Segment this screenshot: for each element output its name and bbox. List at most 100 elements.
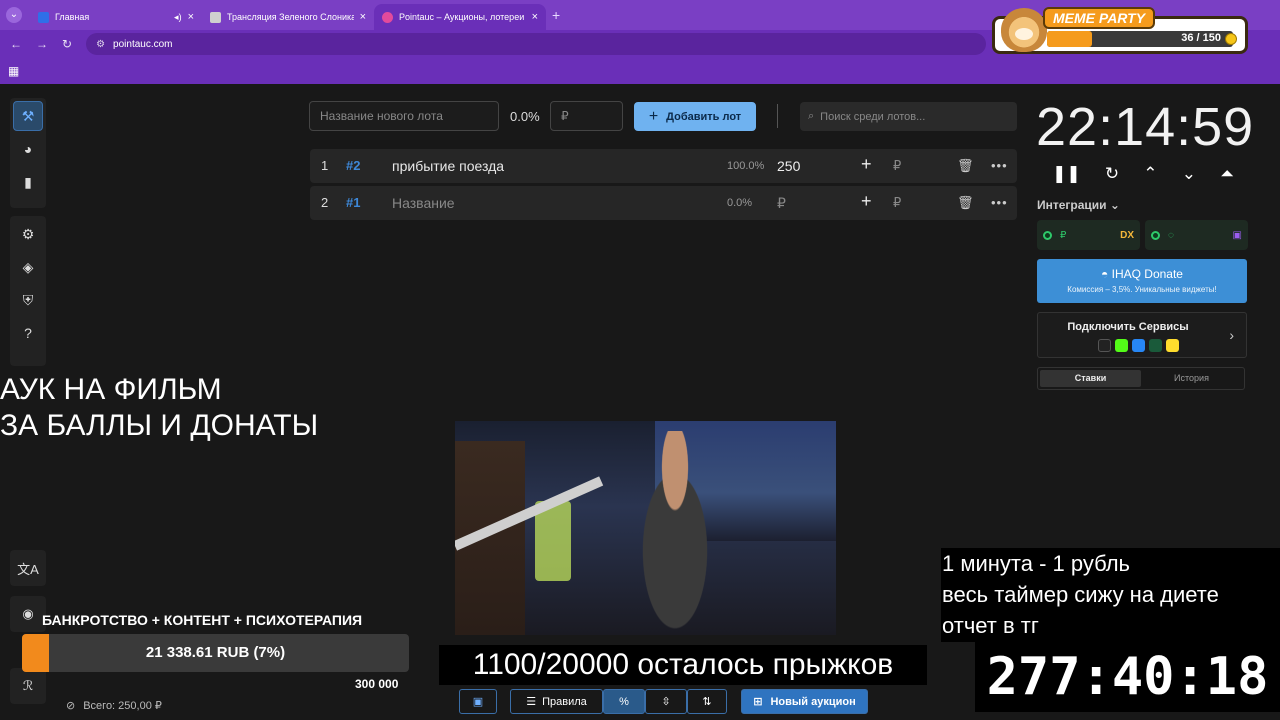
integration-donate-box[interactable]: ₽ DX: [1037, 220, 1140, 250]
total-amount: ⊘ Всего: 250,00 ₽: [66, 700, 162, 712]
trash-icon[interactable]: 🗑: [957, 158, 974, 174]
browser-tab-1[interactable]: Трансляция Зеленого Слоника ×: [202, 4, 374, 30]
lot-row[interactable]: 2 #1 Название 0.0% ₽ + ₽ 🗑 •••: [310, 186, 1017, 220]
tab-history[interactable]: История: [1141, 370, 1242, 387]
layers-icon[interactable]: ◈: [13, 252, 43, 282]
meme-party-title: MEME PARTY: [1043, 7, 1156, 29]
forward-icon[interactable]: →: [36, 37, 48, 51]
more-icon[interactable]: •••: [991, 195, 1008, 210]
integration-stream-box[interactable]: ◌ ▣: [1145, 220, 1248, 250]
split-button[interactable]: ⇳: [645, 689, 687, 714]
chevron-down-icon[interactable]: ⌄: [1182, 164, 1196, 184]
url-text: pointauc.com: [113, 38, 173, 50]
speaker-icon[interactable]: ◂): [174, 12, 182, 23]
lot-row[interactable]: 1 #2 прибытие поезда 100.0% 250 + ₽ 🗑 ••…: [310, 149, 1017, 183]
add-amount-icon[interactable]: +: [861, 154, 872, 175]
kick-icon: [1115, 339, 1128, 352]
connect-services-button[interactable]: Подключить Сервисы ›: [1037, 312, 1247, 358]
lot-name[interactable]: Название: [392, 195, 455, 211]
new-auction-button[interactable]: ⊞ Новый аукцион: [741, 689, 868, 714]
meme-progress-count: 36 / 150: [1181, 32, 1221, 44]
auction-hammer-icon[interactable]: ⚒: [13, 101, 43, 131]
diet-overlay: 1 минута - 1 рубль весь таймер сижу на д…: [941, 548, 1280, 642]
sidebar-top: ⚒ ◕ ▮: [10, 98, 46, 208]
lot-amount[interactable]: 250: [777, 158, 800, 174]
reset-icon[interactable]: ↻: [1105, 164, 1119, 184]
integrations-toggle[interactable]: Интеграции ⌄: [1037, 198, 1120, 212]
tab-bids[interactable]: Ставки: [1040, 370, 1141, 387]
lot-name[interactable]: прибытие поезда: [392, 158, 504, 174]
bids-history-tabs: Ставки История: [1037, 367, 1245, 390]
divider: [777, 104, 778, 128]
new-lot-amount-input[interactable]: ₽: [550, 101, 623, 131]
lot-search-input[interactable]: ⌕ Поиск среди лотов...: [800, 102, 1017, 131]
boosty-icon: [1166, 339, 1179, 352]
chevron-down-icon: ⌄: [1109, 198, 1120, 212]
status-dot-icon: [1151, 230, 1160, 240]
goal-target: 300 000: [355, 677, 399, 691]
site-icon: [210, 11, 221, 23]
lot-amount[interactable]: ₽: [777, 195, 786, 212]
lot-percent: 100.0%: [727, 160, 765, 172]
stats-icon[interactable]: ▮: [13, 167, 43, 197]
settings-icon[interactable]: ⚙: [13, 219, 43, 249]
logo-icon[interactable]: ℛ: [10, 668, 46, 704]
donationx-icon: DX: [1120, 229, 1134, 241]
ruble-icon[interactable]: ₽: [893, 158, 901, 174]
tab-search-icon[interactable]: ⌄: [6, 7, 22, 23]
donate-service-button[interactable]: ◓ IHAQ Donate Комиссия – 3,5%. Уникальны…: [1037, 259, 1247, 303]
lot-percent: 0.0%: [727, 197, 753, 209]
da-icon: [1098, 339, 1111, 352]
twitch-icon: ▣: [1232, 229, 1242, 241]
save-button[interactable]: ▣: [459, 689, 497, 714]
help-icon[interactable]: ?: [13, 318, 43, 348]
site-info-icon[interactable]: ⚙: [96, 39, 105, 50]
double-up-icon[interactable]: ⏶: [1220, 164, 1234, 184]
refresh-icon: ◌: [1168, 229, 1174, 241]
list-icon: ☰: [526, 696, 537, 708]
add-lot-button[interactable]: + Добавить лот: [634, 102, 756, 131]
pause-icon[interactable]: ❚❚: [1052, 164, 1081, 184]
url-field[interactable]: ⚙ pointauc.com: [86, 33, 987, 55]
sidebar-middle: ⚙ ◈ ⛨ ?: [10, 216, 46, 366]
chevron-up-icon[interactable]: ⌃: [1143, 164, 1157, 184]
close-tab-icon[interactable]: ×: [360, 11, 366, 23]
stream-timer: 277:40:18: [975, 642, 1280, 712]
percent-icon: %: [619, 695, 629, 708]
more-icon[interactable]: •••: [991, 158, 1008, 173]
new-lot-name-input[interactable]: Название нового лота: [309, 101, 499, 131]
chevron-right-icon: ›: [1229, 327, 1234, 343]
wheel-icon[interactable]: ◕: [13, 134, 43, 164]
save-icon: ▣: [472, 696, 484, 708]
github-icon[interactable]: ◉: [10, 596, 46, 632]
close-tab-icon[interactable]: ×: [532, 11, 538, 23]
timer-controls: ❚❚ ↻ ⌃ ⌄ ⏶: [1040, 164, 1246, 184]
ruble-icon[interactable]: ₽: [893, 195, 901, 211]
new-lot-percent: 0.0%: [510, 109, 540, 124]
browser-tab-0[interactable]: Главная ◂) ×: [30, 4, 202, 30]
new-tab-icon[interactable]: +: [552, 7, 560, 23]
doge-icon: [1001, 8, 1047, 52]
apps-icon[interactable]: ▦: [8, 64, 19, 78]
translate-icon[interactable]: 文A: [10, 550, 46, 586]
pointauc-icon: [382, 11, 393, 23]
trash-icon[interactable]: 🗑: [957, 195, 974, 211]
meme-party-widget: MEME PARTY 36 / 150: [992, 7, 1248, 54]
sort-button[interactable]: ⇅: [687, 689, 727, 714]
plus-icon: +: [648, 107, 659, 125]
goodgame-icon: [1149, 339, 1162, 352]
eye-off-icon[interactable]: ⊘: [66, 700, 75, 712]
reload-icon[interactable]: ↻: [62, 37, 72, 51]
browser-tab-2[interactable]: Pointauc – Аукционы, лотереи ×: [374, 4, 546, 30]
back-icon[interactable]: ←: [10, 37, 22, 51]
add-amount-icon[interactable]: +: [861, 191, 872, 212]
rules-button[interactable]: ☰ Правила: [510, 689, 603, 714]
align-icon: ⇳: [661, 696, 671, 708]
percent-toggle[interactable]: %: [603, 689, 645, 714]
vk-icon: [1132, 339, 1145, 352]
play-icon: [38, 11, 49, 23]
close-tab-icon[interactable]: ×: [188, 11, 194, 23]
bookmarks-bar: ▦: [0, 58, 1280, 84]
shield-icon[interactable]: ⛨: [13, 285, 43, 315]
webcam-feed: [455, 421, 836, 635]
